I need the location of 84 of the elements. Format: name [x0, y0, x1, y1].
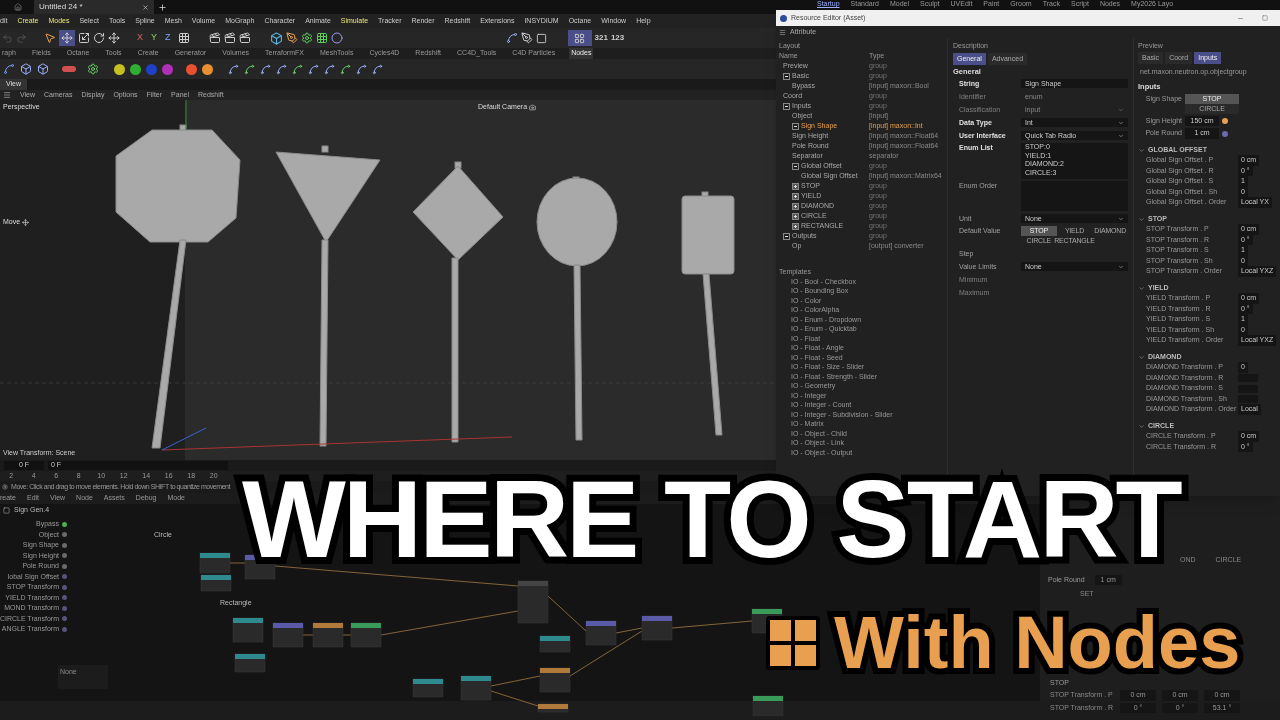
graph-node[interactable] [539, 667, 571, 693]
order-button[interactable]: 123 [610, 32, 625, 44]
graph-node[interactable] [200, 574, 232, 592]
select-icon[interactable] [44, 32, 56, 44]
clapperboard-icon[interactable] [223, 32, 236, 44]
expand-icon[interactable] [792, 193, 799, 200]
axis-lock-button[interactable]: Y [151, 31, 158, 45]
cube-icon[interactable] [20, 63, 32, 75]
dots-grid-icon[interactable] [315, 32, 328, 44]
graph-node[interactable] [412, 678, 444, 698]
transform-icon[interactable] [108, 32, 120, 44]
clapperboard-icon[interactable] [208, 32, 221, 44]
move-tool-button[interactable] [59, 30, 75, 46]
clapperboard-icon[interactable] [238, 32, 251, 44]
node-tool-icon[interactable] [356, 63, 367, 75]
caret-icon [1118, 263, 1124, 270]
menu-icon[interactable] [779, 28, 786, 36]
slider-knob[interactable] [1222, 118, 1228, 124]
menu-icon[interactable] [3, 91, 11, 99]
pill-icon[interactable] [62, 66, 76, 72]
expand-icon[interactable] [792, 213, 799, 220]
scale-icon[interactable] [78, 32, 90, 44]
grid-logo-icon [766, 615, 820, 670]
camera-icon[interactable] [529, 103, 537, 111]
hierarchy-icon[interactable] [567, 30, 592, 46]
graph-node[interactable] [350, 622, 382, 648]
node-tool-icon[interactable] [292, 63, 303, 75]
graph-node[interactable] [585, 620, 617, 646]
spline-icon[interactable] [505, 32, 518, 44]
app-logo-icon [780, 14, 787, 22]
subtitle: With Nodes [834, 613, 1241, 673]
node-tool-icon[interactable] [244, 63, 255, 75]
gear-icon[interactable] [300, 32, 313, 44]
collapse-icon[interactable] [783, 103, 790, 110]
node-tool-icon[interactable] [308, 63, 319, 75]
slider-knob[interactable] [1222, 130, 1228, 137]
pen-icon[interactable] [285, 32, 298, 44]
graph-node[interactable] [517, 580, 549, 624]
graph-node[interactable] [460, 675, 492, 701]
graph-node[interactable] [272, 622, 304, 648]
graph-node[interactable] [232, 617, 264, 643]
node-tool-icon[interactable] [228, 63, 239, 75]
node-tool-icon[interactable] [324, 63, 335, 75]
close-icon[interactable] [142, 3, 149, 11]
graph-node[interactable] [641, 615, 673, 641]
new-tab-icon[interactable] [158, 2, 167, 12]
cube-icon[interactable] [269, 31, 283, 45]
gear-icon[interactable] [87, 63, 99, 75]
spline-icon[interactable] [3, 63, 15, 75]
node-tool-icon[interactable] [340, 63, 351, 75]
move-icon [22, 218, 30, 226]
collapse-icon[interactable] [783, 233, 790, 240]
collapse-icon[interactable] [783, 73, 790, 80]
ring-icon[interactable] [330, 32, 343, 44]
order-button[interactable]: 321 [594, 32, 608, 44]
pen-icon[interactable] [520, 32, 533, 44]
collapse-icon[interactable] [792, 123, 799, 130]
expand-icon[interactable] [792, 183, 799, 190]
node-wire [490, 675, 541, 687]
headline: WHERE TO START [242, 475, 1180, 563]
home-icon[interactable] [14, 3, 22, 11]
rotate-icon[interactable] [93, 32, 105, 44]
node-tool-icon[interactable] [372, 63, 383, 75]
node-wire [302, 634, 314, 636]
node-wire [229, 562, 246, 564]
graph-node[interactable] [312, 622, 344, 648]
expand-icon[interactable] [792, 203, 799, 210]
graph-node[interactable] [199, 552, 231, 574]
cube-icon[interactable] [37, 63, 49, 75]
node-tool-icon[interactable] [260, 63, 271, 75]
axis-lock-button[interactable]: X [137, 31, 143, 45]
node-tool-icon[interactable] [276, 63, 287, 75]
graph-node[interactable] [234, 653, 266, 673]
graph-node[interactable] [537, 703, 569, 713]
graph-node[interactable] [539, 635, 571, 653]
document-tab[interactable]: Untitled 24 * [34, 0, 154, 14]
expand-icon[interactable] [792, 223, 799, 230]
collapse-icon[interactable] [792, 163, 799, 170]
node-wire [490, 690, 539, 707]
caret-icon [1118, 215, 1124, 222]
node-wire [342, 634, 352, 636]
axis-lock-button[interactable]: Z [165, 31, 171, 45]
graph-node[interactable] [752, 695, 784, 716]
asset-icon [3, 506, 10, 514]
